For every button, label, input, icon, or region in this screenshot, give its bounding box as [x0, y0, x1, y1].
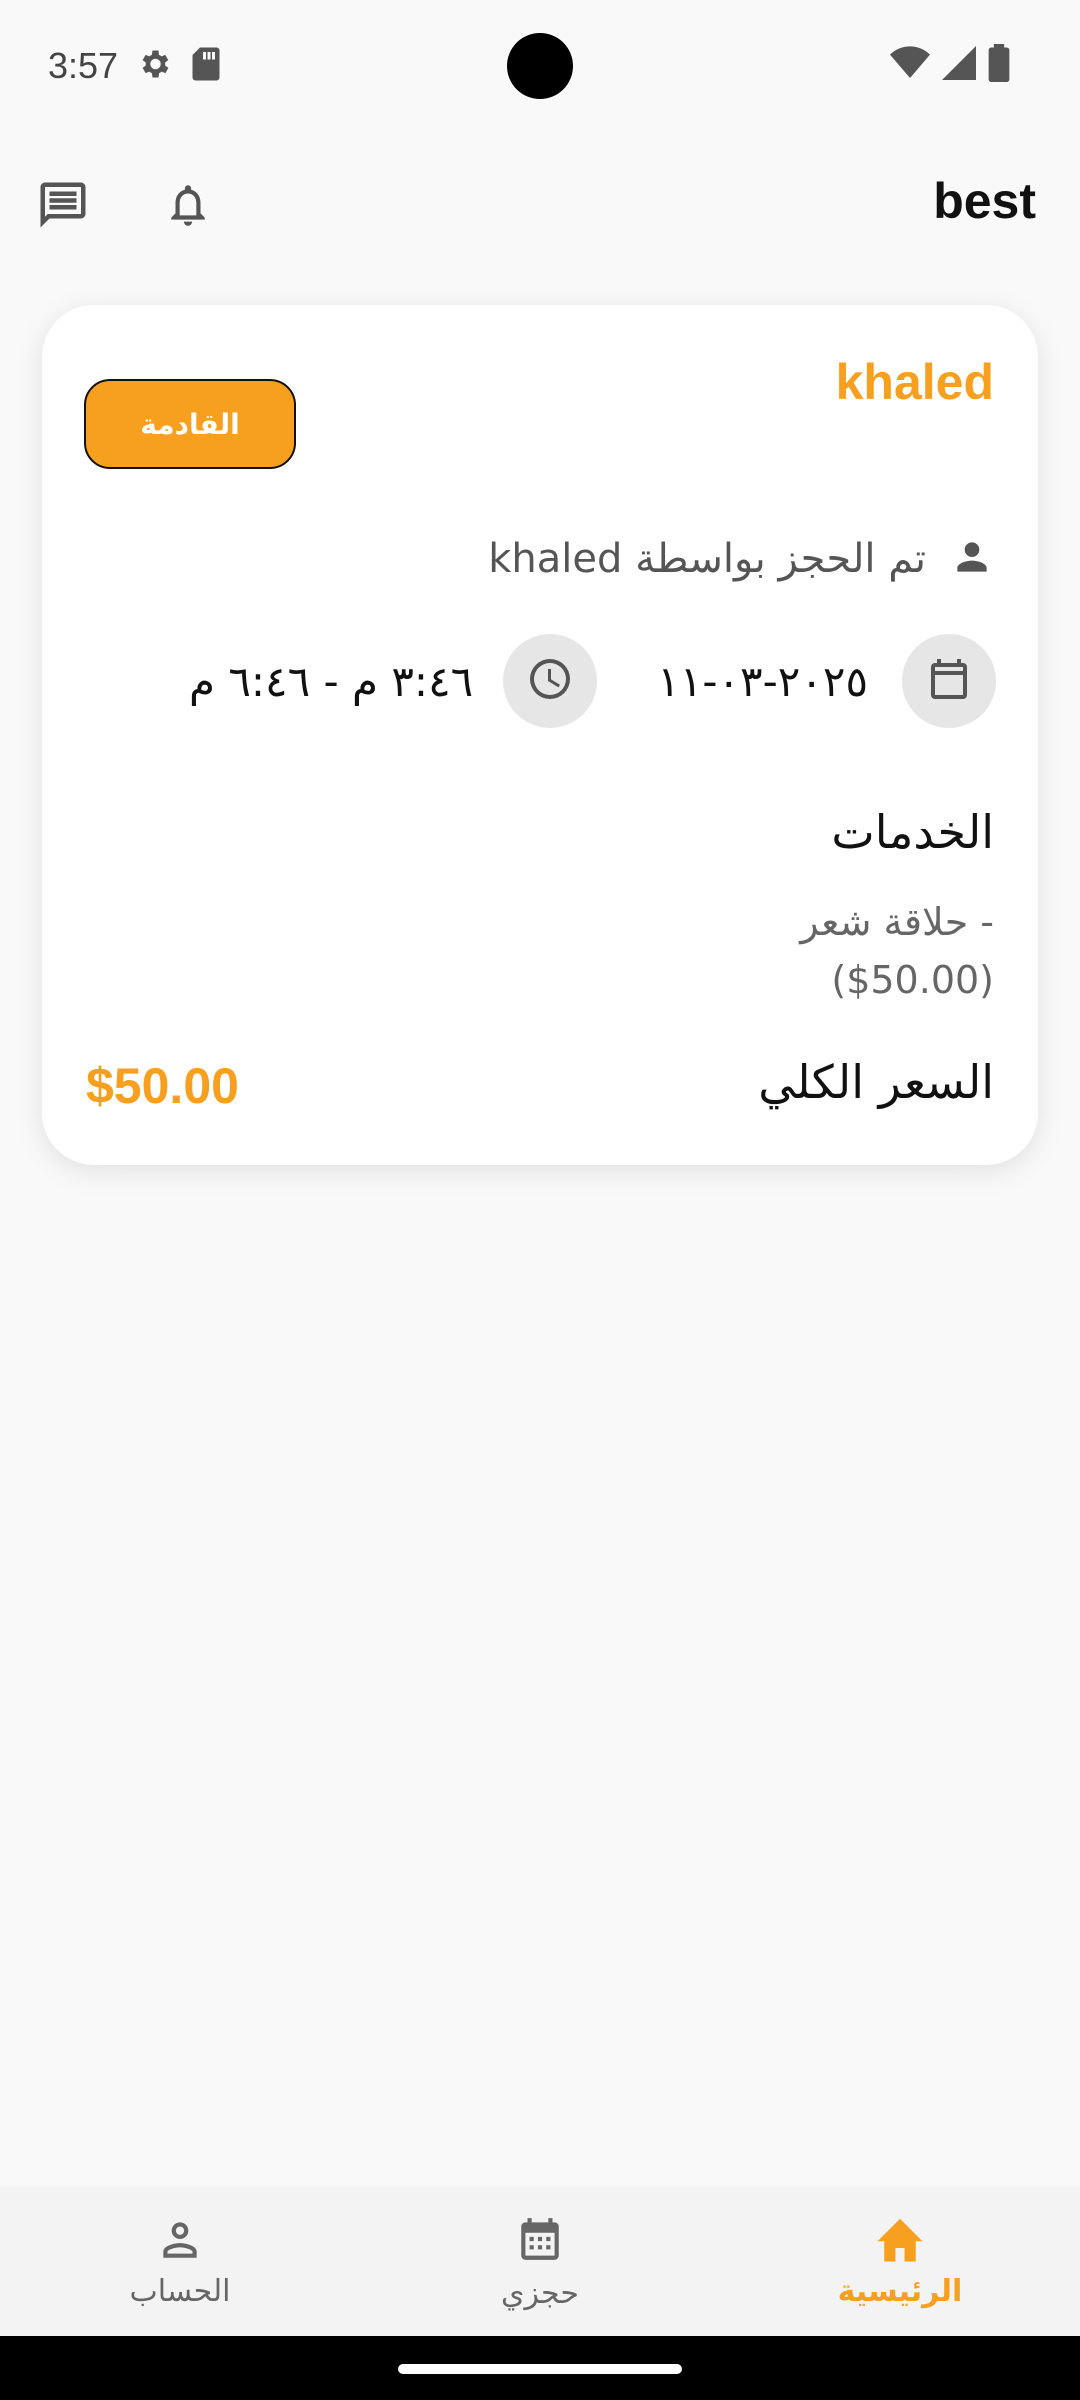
- bell-icon: [163, 177, 213, 237]
- calendar-icon: [515, 2212, 565, 2270]
- service-name: - حلاقة شعر: [800, 900, 994, 944]
- wifi-icon: [890, 46, 930, 84]
- system-gesture-bar: [0, 2336, 1080, 2400]
- app-title: best: [933, 173, 1036, 229]
- clock-icon: [526, 655, 574, 707]
- booking-card[interactable]: khaled القادمة تم الحجز بواسطة khaled ٢٠…: [42, 305, 1038, 1165]
- services-title: الخدمات: [831, 805, 994, 859]
- chat-icon: [35, 178, 91, 236]
- battery-icon: [988, 44, 1010, 86]
- customer-name: khaled: [835, 354, 994, 410]
- service-item: - حلاقة شعر ($50.00): [594, 893, 994, 1009]
- status-right-icons: [890, 44, 1010, 86]
- booked-by-text: تم الحجز بواسطة khaled: [488, 536, 926, 582]
- person-icon: [950, 535, 994, 583]
- sd-card-icon: [190, 46, 222, 86]
- service-price: ($50.00): [831, 958, 994, 1002]
- settings-gear-icon: [136, 46, 172, 86]
- nav-item-my-bookings[interactable]: حجزي: [360, 2186, 720, 2336]
- nav-label-my-bookings: حجزي: [501, 2275, 579, 2311]
- total-price-label: السعر الكلي: [758, 1055, 994, 1109]
- chat-button[interactable]: [30, 174, 96, 240]
- camera-cutout: [507, 33, 573, 99]
- home-icon: [873, 2214, 927, 2268]
- calendar-icon-circle: [902, 634, 996, 728]
- booking-time-range: ٣:٤٦ م - ٦:٤٦ م: [188, 656, 474, 706]
- total-price-value: $50.00: [86, 1058, 239, 1114]
- signal-icon: [942, 46, 976, 84]
- bottom-navigation: الحساب حجزي الرئيسية: [0, 2186, 1080, 2336]
- account-icon: [155, 2214, 205, 2268]
- booking-date: ٢٠٢٥-٠٣-١١: [657, 656, 868, 706]
- status-time: 3:57: [48, 45, 119, 86]
- notifications-button[interactable]: [155, 174, 221, 240]
- datetime-row: ٢٠٢٥-٠٣-١١ ٣:٤٦ م - ٦:٤٦ م: [84, 633, 996, 729]
- gesture-handle[interactable]: [398, 2364, 682, 2374]
- nav-item-account[interactable]: الحساب: [0, 2186, 360, 2336]
- clock-icon-circle: [503, 634, 598, 728]
- app-bar: best: [0, 160, 1080, 250]
- nav-label-home: الرئيسية: [837, 2273, 963, 2309]
- calendar-icon: [925, 654, 973, 708]
- status-badge: القادمة: [84, 379, 296, 469]
- booked-by-row: تم الحجز بواسطة khaled: [488, 527, 994, 591]
- nav-label-account: الحساب: [129, 2273, 231, 2309]
- nav-item-home[interactable]: الرئيسية: [720, 2186, 1080, 2336]
